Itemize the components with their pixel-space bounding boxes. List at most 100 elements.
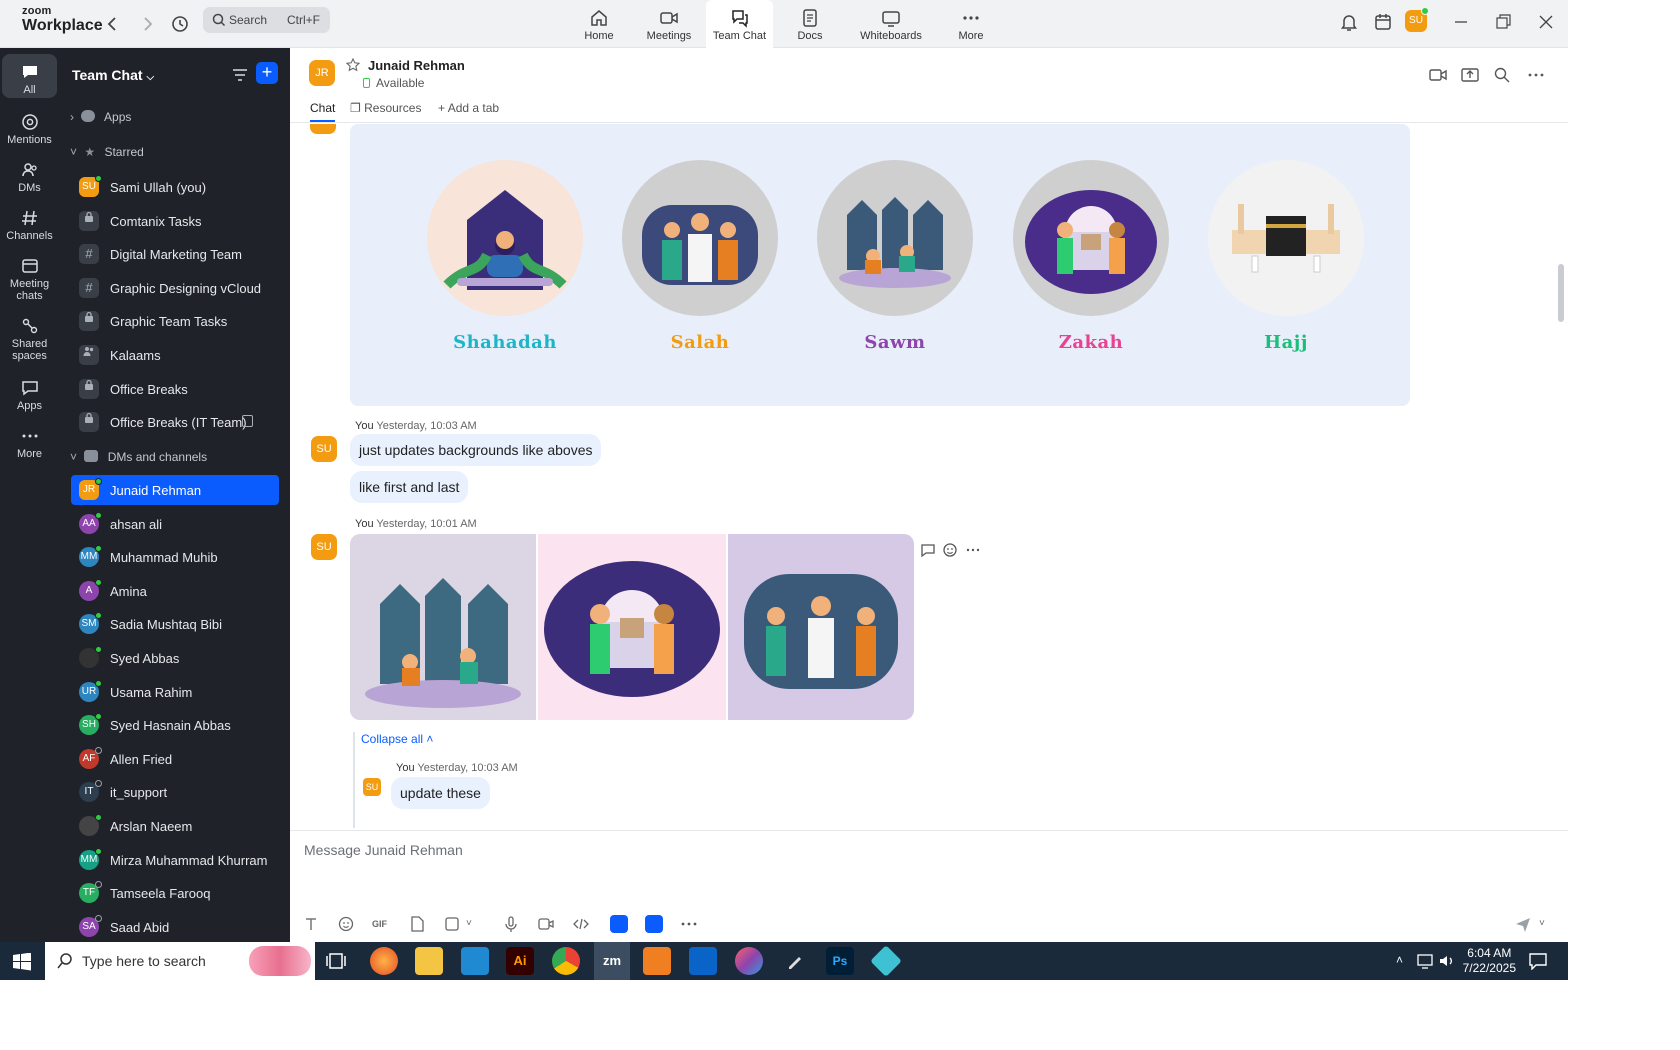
- reply-bubble[interactable]: update these: [391, 777, 490, 809]
- taskbar-search[interactable]: Type here to search: [45, 942, 315, 980]
- app-integration-icon[interactable]: [610, 915, 628, 933]
- sidebar-item-dm[interactable]: SH Syed Hasnain Abbas: [71, 710, 279, 740]
- outlook-icon[interactable]: [689, 947, 717, 975]
- sidebar-item-dm[interactable]: MM Muhammad Muhib: [71, 542, 279, 572]
- rail-channels[interactable]: Channels: [2, 200, 57, 242]
- sidebar-item-starred[interactable]: SU Sami Ullah (you): [71, 172, 279, 202]
- message-more-icon[interactable]: [965, 542, 981, 558]
- rail-mentions[interactable]: Mentions: [2, 104, 57, 146]
- zoom-taskbar-icon[interactable]: zm: [594, 942, 630, 980]
- emoji-icon[interactable]: [337, 915, 355, 933]
- screenshot-icon[interactable]: [443, 915, 461, 933]
- app-diamond-icon[interactable]: [870, 945, 902, 977]
- rail-meeting-chats[interactable]: Meeting chats: [2, 248, 57, 304]
- composer-more-icon[interactable]: [680, 915, 698, 933]
- firefox-icon[interactable]: [370, 947, 398, 975]
- sidebar-item-dm[interactable]: IT it_support: [71, 777, 279, 807]
- tab-team-chat[interactable]: Team Chat: [706, 0, 773, 48]
- search-input[interactable]: Search Ctrl+F: [203, 7, 330, 33]
- windows-start-icon[interactable]: [13, 953, 31, 971]
- sidebar-item-dm[interactable]: AF Allen Fried: [71, 744, 279, 774]
- more-options-icon[interactable]: [1527, 66, 1545, 84]
- message-input[interactable]: [304, 839, 1404, 861]
- rail-all[interactable]: All: [2, 54, 57, 98]
- file-icon[interactable]: [408, 915, 426, 933]
- chevron-down-icon[interactable]: ˅: [466, 915, 484, 933]
- sidebar-item-dm[interactable]: Arslan Naeem: [71, 811, 279, 841]
- tab-resources[interactable]: ❐ Resources: [350, 101, 421, 115]
- sidebar-item-dm[interactable]: JR Junaid Rehman: [71, 475, 279, 505]
- section-apps[interactable]: › Apps: [70, 110, 131, 124]
- chat-app-icon[interactable]: [645, 915, 663, 933]
- creative-cloud-icon[interactable]: [735, 947, 763, 975]
- volume-icon[interactable]: [1438, 953, 1456, 969]
- contact-avatar[interactable]: JR: [309, 60, 335, 86]
- message-bubble[interactable]: just updates backgrounds like aboves: [350, 434, 602, 466]
- sidebar-item-starred[interactable]: # Digital Marketing Team: [71, 239, 279, 269]
- tab-chat[interactable]: Chat: [310, 101, 336, 122]
- pillars-image[interactable]: Shahadah Salah Sawm Zakah Hajj: [350, 124, 1410, 406]
- sidebar-item-dm[interactable]: SA Saad Abid: [71, 912, 279, 942]
- tab-docs[interactable]: Docs: [777, 0, 843, 48]
- sidebar-item-starred[interactable]: Graphic Team Tasks: [71, 306, 279, 336]
- tab-meetings[interactable]: Meetings: [636, 0, 702, 48]
- gif-icon[interactable]: GIF: [372, 915, 394, 933]
- vscode-icon[interactable]: [461, 947, 489, 975]
- restore-icon[interactable]: [1492, 11, 1514, 33]
- message-bubble[interactable]: like first and last: [350, 471, 469, 503]
- history-icon[interactable]: [168, 12, 192, 36]
- sidebar-item-dm[interactable]: Syed Abbas: [71, 643, 279, 673]
- sidebar-item-dm[interactable]: SM Sadia Mushtaq Bibi: [71, 609, 279, 639]
- message-scrollbar[interactable]: [1558, 264, 1564, 322]
- rail-dms[interactable]: DMs: [2, 152, 57, 194]
- text-format-icon[interactable]: [302, 915, 320, 933]
- taskbar-clock[interactable]: 6:04 AM 7/22/2025: [1463, 946, 1516, 976]
- chrome-icon[interactable]: [552, 947, 580, 975]
- sidebar-title[interactable]: Team Chat ⌵: [72, 67, 154, 83]
- gallery-image-zakah[interactable]: [538, 534, 726, 720]
- rail-more[interactable]: More: [2, 418, 57, 460]
- back-arrow-icon[interactable]: [101, 12, 125, 36]
- collapse-all-link[interactable]: Collapse all ˄: [361, 732, 433, 746]
- sidebar-item-starred[interactable]: Office Breaks (IT Team): [71, 407, 279, 437]
- section-starred[interactable]: ˅ ★ Starred: [70, 145, 144, 159]
- rail-apps[interactable]: Apps: [2, 370, 57, 412]
- sidebar-item-starred[interactable]: Office Breaks: [71, 374, 279, 404]
- share-screen-icon[interactable]: [1461, 66, 1479, 84]
- send-options-icon[interactable]: ˅: [1539, 915, 1557, 933]
- tab-add[interactable]: + Add a tab: [438, 101, 499, 115]
- search-icon[interactable]: [1493, 66, 1511, 84]
- close-icon[interactable]: [1535, 11, 1557, 33]
- new-chat-button[interactable]: +: [256, 62, 278, 84]
- sidebar-item-starred[interactable]: Kalaams: [71, 340, 279, 370]
- sidebar-item-dm[interactable]: A Amina: [71, 576, 279, 606]
- emoji-reaction-icon[interactable]: [942, 542, 958, 558]
- xampp-icon[interactable]: [643, 947, 671, 975]
- calendar-icon[interactable]: [1372, 11, 1394, 33]
- filter-icon[interactable]: [231, 66, 249, 84]
- sidebar-item-dm[interactable]: UR Usama Rahim: [71, 677, 279, 707]
- tab-whiteboards[interactable]: Whiteboards: [853, 0, 929, 48]
- network-icon[interactable]: [1416, 953, 1434, 969]
- reply-icon[interactable]: [920, 542, 936, 558]
- code-icon[interactable]: [572, 915, 590, 933]
- forward-arrow-icon[interactable]: [135, 12, 159, 36]
- sidebar-item-dm[interactable]: TF Tamseela Farooq: [71, 878, 279, 908]
- tray-chevron-icon[interactable]: ˄: [1396, 953, 1403, 967]
- section-dms[interactable]: ˅ DMs and channels: [70, 450, 207, 464]
- sidebar-item-dm[interactable]: MM Mirza Muhammad Khurram: [71, 845, 279, 875]
- sidebar-item-starred[interactable]: # Graphic Designing vCloud: [71, 273, 279, 303]
- rail-shared-spaces[interactable]: Shared spaces: [2, 308, 57, 364]
- notifications-icon[interactable]: [1528, 952, 1548, 970]
- pen-tool-icon[interactable]: [781, 947, 809, 975]
- sidebar-item-dm[interactable]: AA ahsan ali: [71, 509, 279, 539]
- star-outline-icon[interactable]: [346, 58, 360, 72]
- file-explorer-icon[interactable]: [415, 947, 443, 975]
- illustrator-icon[interactable]: Ai: [506, 947, 534, 975]
- video-call-icon[interactable]: [1429, 66, 1447, 84]
- video-message-icon[interactable]: [537, 915, 555, 933]
- microphone-icon[interactable]: [502, 915, 520, 933]
- send-icon[interactable]: [1514, 915, 1532, 933]
- task-view-icon[interactable]: [322, 947, 350, 975]
- sidebar-item-starred[interactable]: Comtanix Tasks: [71, 206, 279, 236]
